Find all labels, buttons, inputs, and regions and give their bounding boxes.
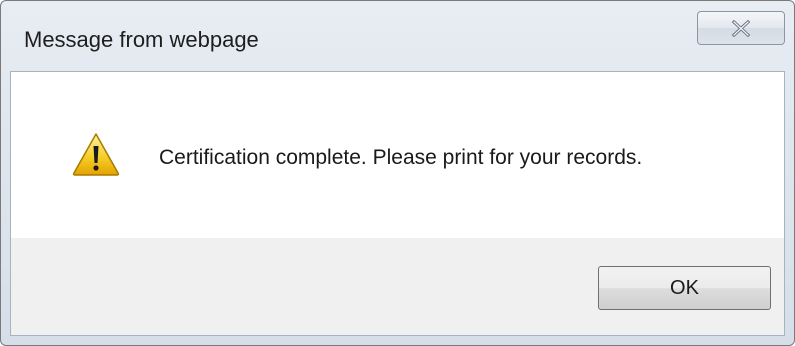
close-button[interactable] [697,11,785,45]
dialog-body: Certification complete. Please print for… [10,71,785,336]
warning-icon [72,133,120,176]
message-area: Certification complete. Please print for… [11,72,784,238]
button-bar: OK [11,238,784,335]
close-icon [731,20,751,37]
title-bar[interactable]: Message from webpage [1,1,794,71]
ok-button[interactable]: OK [598,266,771,310]
dialog-title: Message from webpage [24,27,259,52]
message-dialog: Message from webpage Certification compl… [0,0,795,346]
message-text: Certification complete. Please print for… [159,146,643,169]
